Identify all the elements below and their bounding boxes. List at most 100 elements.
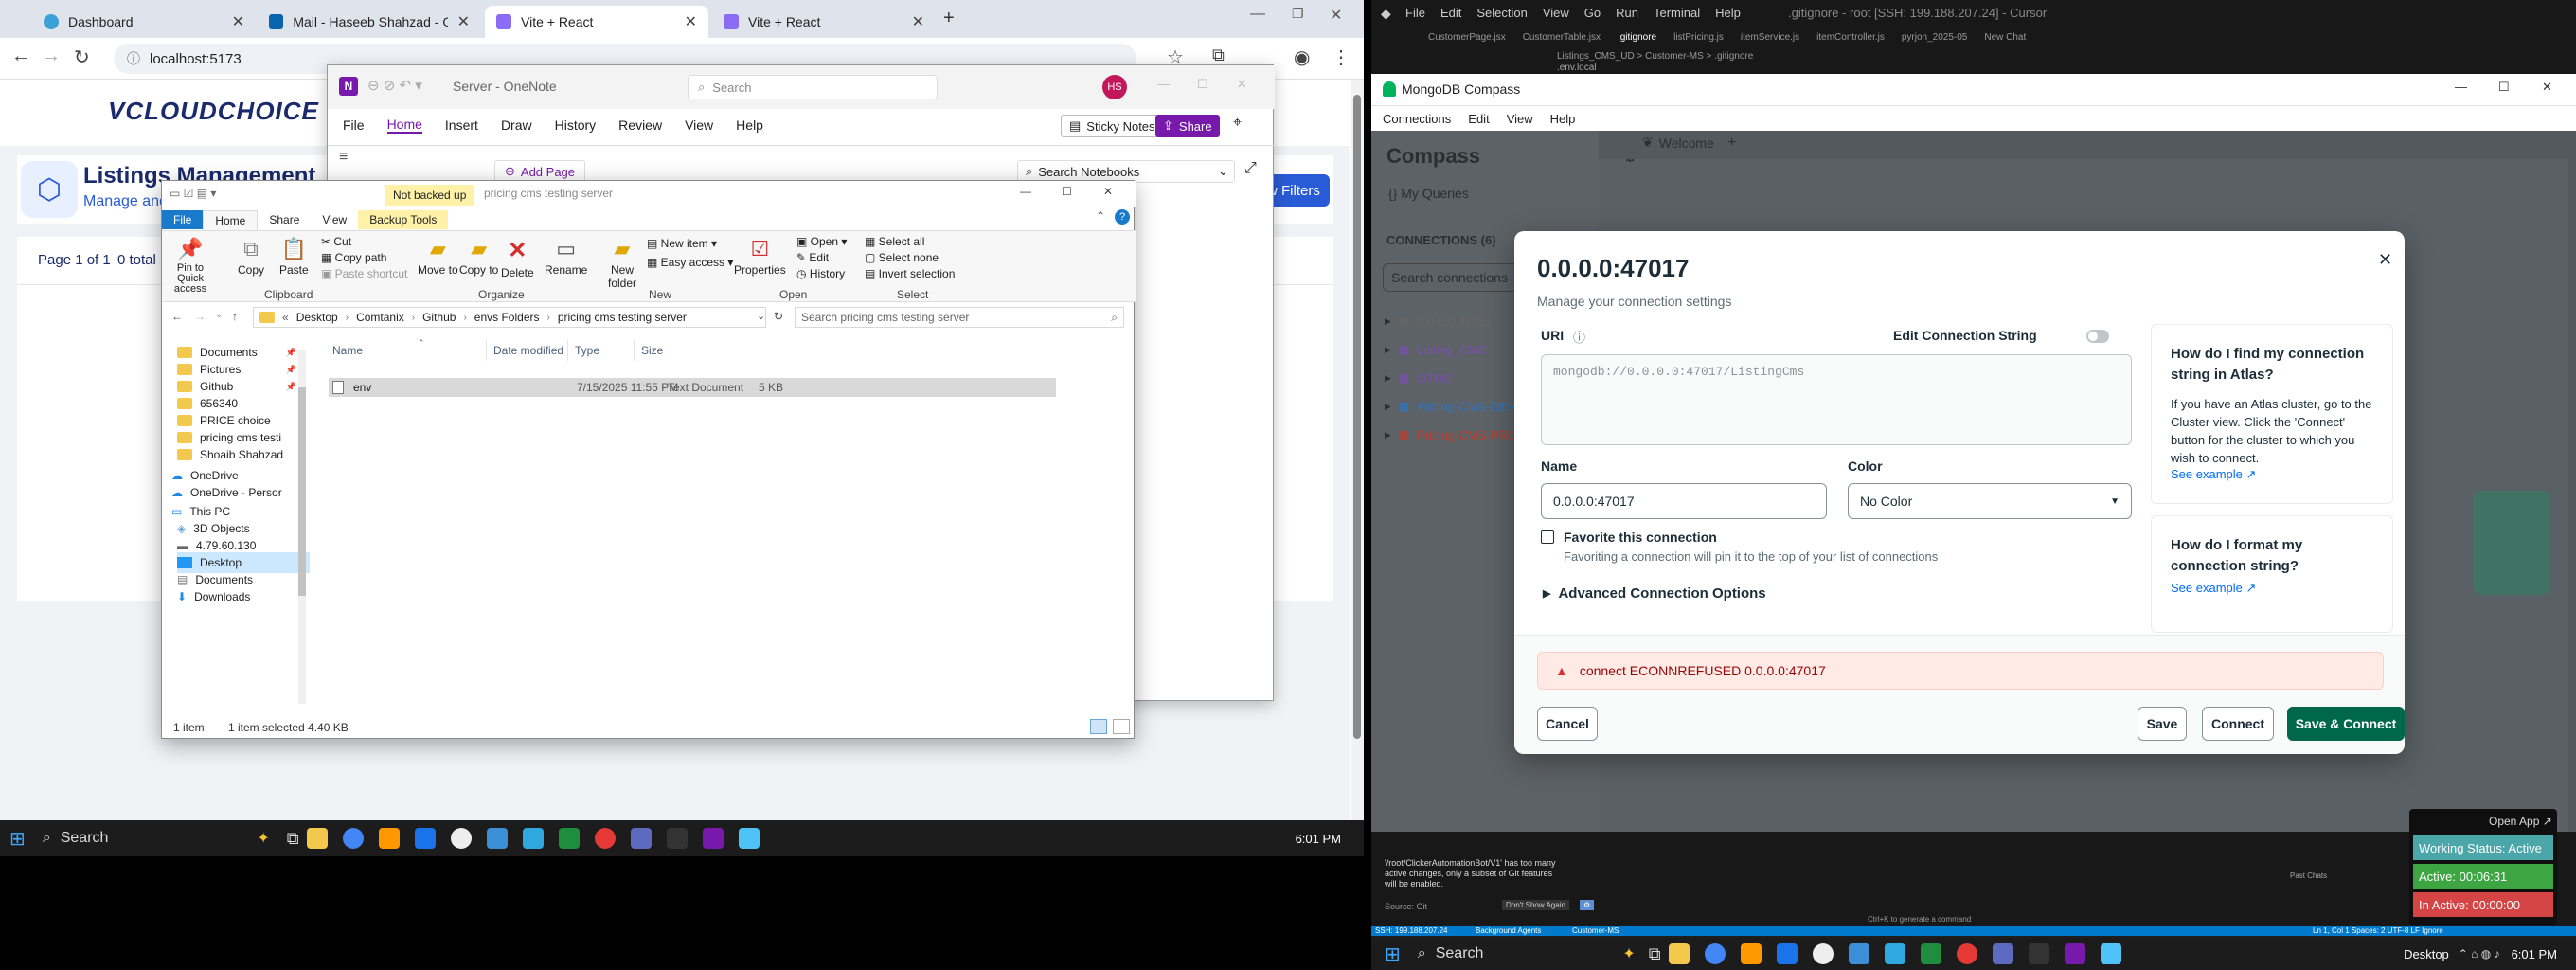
refresh-icon[interactable]: ↻ [774, 310, 783, 323]
file-explorer-taskbar-icon[interactable] [1668, 943, 1690, 964]
large-icons-view-icon[interactable] [1113, 719, 1130, 734]
expand-icon[interactable]: ⤢ [1244, 160, 1257, 177]
extensions-icon[interactable]: ⧉ [1212, 45, 1225, 65]
cursor-menu-go[interactable]: Go [1584, 6, 1601, 20]
hamburger-icon[interactable]: ≡ [339, 149, 348, 166]
breadcrumb-item[interactable]: Github [422, 311, 456, 324]
col-size[interactable]: Size [641, 344, 663, 357]
task-view-icon[interactable]: ⧉ [287, 829, 299, 849]
maximize-icon[interactable]: ❐ [1292, 6, 1304, 22]
file-explorer-taskbar-icon[interactable] [306, 828, 328, 849]
taskbar-clock[interactable]: 6:01 PM [1296, 832, 1341, 846]
collapse-ribbon-icon[interactable]: ⌃ [1096, 209, 1105, 223]
cursor-editor-tab[interactable]: itemController.js [1816, 32, 1885, 43]
open-app-link[interactable]: Open App ↗ [2489, 815, 2552, 828]
nav-scrollbar[interactable] [298, 350, 306, 704]
welcome-tab[interactable]: ❦ Welcome [1642, 135, 1714, 151]
minimize-icon[interactable]: — [1157, 77, 1170, 91]
onenote-menu-file[interactable]: File [343, 117, 365, 133]
maximize-icon[interactable]: ☐ [1197, 77, 1208, 92]
cursor-menu-view[interactable]: View [1543, 6, 1569, 20]
favorite-checkbox[interactable] [1541, 530, 1554, 544]
notepad-taskbar-icon[interactable] [2100, 943, 2121, 964]
color-select[interactable]: No Color ▼ [1848, 483, 2132, 519]
breadcrumb-item[interactable]: Desktop [296, 311, 338, 324]
close-icon[interactable]: ✕ [912, 12, 924, 31]
terminal-taskbar-icon[interactable] [2028, 943, 2049, 964]
close-window-icon[interactable]: ✕ [1330, 6, 1342, 25]
back-icon[interactable]: ← [171, 310, 183, 323]
opera-taskbar-icon[interactable] [594, 828, 616, 849]
copy-button[interactable]: ⧉ Copy [238, 237, 264, 277]
rename-button[interactable]: ▭ Rename [545, 237, 587, 277]
cursor-editor-tab[interactable]: .gitignore [1618, 32, 1656, 43]
cursor-editor-tab[interactable]: listPricing.js [1673, 32, 1724, 43]
cursor-menu-help[interactable]: Help [1715, 6, 1741, 20]
pen-app-taskbar-icon[interactable] [522, 828, 544, 849]
browser-scrollbar-thumb[interactable] [1353, 95, 1361, 739]
tab-view[interactable]: View [311, 210, 358, 229]
windows-start-icon[interactable]: ⊞ [9, 827, 26, 851]
advanced-options-toggle[interactable]: ▶ Advanced Connection Options [1543, 585, 1766, 602]
chrome-taskbar-icon[interactable] [342, 828, 364, 849]
desktop-toolbar-label[interactable]: Desktop [2404, 947, 2449, 961]
my-queries-item[interactable]: {} My Queries [1388, 186, 1469, 201]
cursor-menu-edit[interactable]: Edit [1440, 6, 1461, 20]
cursor-editor-tab[interactable]: pyrjon_2025-05 [1902, 32, 1968, 43]
help-icon[interactable]: ? [1115, 209, 1130, 225]
minimize-icon[interactable]: — [2455, 80, 2467, 94]
nav-item-downloads[interactable]: ⬇ Downloads [177, 586, 296, 607]
onenote-menu-insert[interactable]: Insert [445, 117, 478, 133]
git-action-button[interactable]: ⚙ [1580, 900, 1595, 910]
up-icon[interactable]: ↑ [232, 310, 238, 323]
col-name[interactable]: Name [332, 344, 363, 357]
task-view-icon[interactable]: ⧉ [1649, 944, 1661, 964]
tab-share[interactable]: Share [258, 210, 311, 229]
pin-quick-access-button[interactable]: 📌 Pin to Quick access [168, 237, 213, 295]
delete-button[interactable]: ✕ Delete [501, 237, 534, 279]
select-none-button[interactable]: ▢ Select none [865, 251, 955, 264]
cursor-editor-tab[interactable]: CustomerTable.jsx [1523, 32, 1601, 43]
onenote-menu-draw[interactable]: Draw [501, 117, 532, 133]
chrome-taskbar-icon[interactable] [1704, 943, 1726, 964]
feedback-icon[interactable]: ⌖ [1233, 115, 1242, 132]
cursor-taskbar-icon[interactable] [450, 828, 472, 849]
cursor-menu-selection[interactable]: Selection [1476, 6, 1527, 20]
name-input[interactable]: 0.0.0.0:47017 [1541, 483, 1827, 519]
close-icon[interactable]: ✕ [685, 12, 697, 31]
site-info-icon[interactable]: ⓘ [127, 49, 140, 68]
col-date[interactable]: Date modified [493, 344, 564, 357]
tray-icons[interactable]: ⌃ ⌂ ◍ ♪ [2459, 947, 2500, 961]
paste-button[interactable]: 📋 Paste [279, 237, 309, 277]
select-all-button[interactable]: ▦ Select all [865, 235, 955, 248]
move-to-button[interactable]: ▰ Move to [418, 237, 458, 277]
history-button[interactable]: ◷ History [796, 267, 847, 280]
see-example-link[interactable]: See example ↗ [2171, 467, 2373, 482]
paste-shortcut-button[interactable]: ▣ Paste shortcut [321, 267, 407, 280]
onenote-taskbar-icon[interactable] [2064, 943, 2085, 964]
maximize-icon[interactable]: ☐ [2498, 80, 2510, 95]
status-branch[interactable]: Customer-MS [1572, 926, 1619, 935]
col-type[interactable]: Type [575, 344, 599, 357]
teams-taskbar-icon[interactable] [1992, 943, 2013, 964]
tab-mail[interactable]: Mail - Haseeb Shahzad - Outlo ✕ [258, 6, 481, 38]
compass-menu-edit[interactable]: Edit [1468, 112, 1489, 126]
properties-button[interactable]: ☑ Properties [734, 237, 786, 277]
vscode-taskbar-icon[interactable] [486, 828, 508, 849]
forward-icon[interactable]: → [42, 45, 61, 67]
breadcrumb-item[interactable]: envs Folders [474, 311, 540, 324]
cursor-editor-tab[interactable]: itemService.js [1741, 32, 1799, 43]
breadcrumb-item[interactable]: Comtanix [356, 311, 404, 324]
compass-menu-help[interactable]: Help [1550, 112, 1576, 126]
save-and-connect-button[interactable]: Save & Connect [2287, 707, 2405, 741]
maximize-icon[interactable]: ☐ [1062, 185, 1072, 198]
nav-item-shoaib-shahzad[interactable]: Shoaib Shahzad [177, 444, 296, 465]
taskbar-search[interactable]: ⌕ Search ✦ [43, 825, 270, 852]
compass-scrollbar[interactable] [2568, 131, 2576, 832]
dont-show-again-button[interactable]: Don't Show Again [1502, 900, 1569, 910]
onenote-menu-help[interactable]: Help [736, 117, 763, 133]
tab-home[interactable]: Home [203, 209, 259, 230]
save-button[interactable]: Save [2138, 707, 2187, 741]
tab-dashboard[interactable]: Dashboard ✕ [32, 6, 256, 38]
nav-scrollbar-thumb[interactable] [298, 387, 306, 596]
